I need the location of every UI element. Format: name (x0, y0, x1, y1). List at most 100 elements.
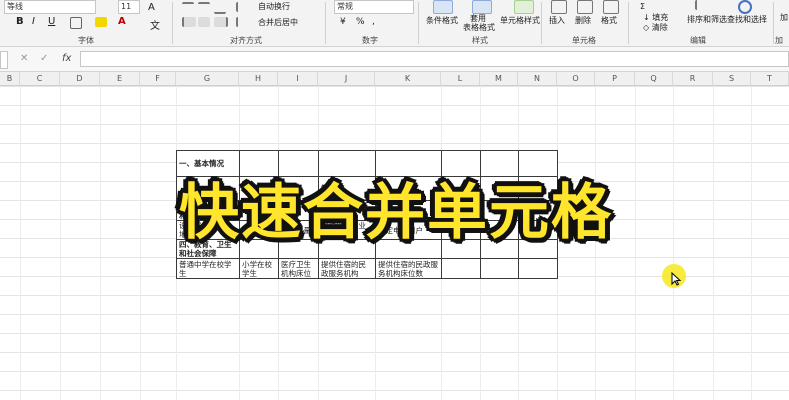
bottom-align-icon[interactable] (214, 2, 226, 14)
font-name-select[interactable]: 等线 (4, 0, 96, 14)
sort-filter-icon[interactable] (695, 0, 711, 10)
grid-line (100, 86, 101, 400)
table-cell[interactable]: 一、基本情况 (176, 150, 240, 177)
grid-line (673, 86, 674, 400)
formula-bar: ✕ ✓ fx (0, 47, 789, 72)
comma-button[interactable]: , (372, 17, 375, 27)
table-cell[interactable]: 小学在校学生 (239, 258, 279, 279)
cells-group-label: 单元格 (572, 36, 596, 45)
number-format-select[interactable]: 常规 (334, 0, 414, 14)
delete-button[interactable]: 删除 (575, 15, 591, 26)
font-color-icon[interactable]: A (118, 16, 126, 27)
autosum-icon[interactable]: Σ (640, 2, 645, 11)
insert-function-icon[interactable]: fx (62, 53, 71, 64)
align-group-label: 对齐方式 (230, 36, 262, 45)
wrap-text-button[interactable]: 自动换行 (258, 1, 290, 12)
table-format-label: 表格格式 (463, 23, 495, 32)
cell-style-button[interactable]: 单元格样式 (500, 15, 540, 26)
column-header-i[interactable]: I (278, 72, 318, 85)
group-separator (628, 2, 629, 44)
clear-button[interactable]: ◇ 清除 (643, 22, 668, 33)
italic-button[interactable]: I (32, 16, 35, 27)
column-header-l[interactable]: L (441, 72, 480, 85)
table-cell[interactable] (441, 150, 481, 177)
find-select-button[interactable]: 查找和选择 (727, 14, 767, 25)
column-header-m[interactable]: M (480, 72, 518, 85)
group-separator (325, 2, 326, 44)
column-header-t[interactable]: T (751, 72, 789, 85)
grid-line (751, 86, 752, 400)
grid-line (60, 86, 61, 400)
overlay-title: 快速合并单元格 (179, 178, 613, 248)
conditional-format-button[interactable]: 条件格式 (426, 15, 458, 26)
table-cell[interactable]: 普通中学在校学生 (176, 258, 240, 279)
fill-color-icon[interactable] (95, 17, 107, 27)
table-cell[interactable] (480, 150, 519, 177)
top-align-icon[interactable] (182, 2, 194, 14)
table-cell[interactable] (278, 150, 319, 177)
increase-font-icon[interactable]: A (148, 2, 155, 13)
font-size-select[interactable]: 11 (118, 0, 140, 14)
delete-icon[interactable] (577, 0, 593, 14)
table-cell[interactable] (239, 150, 279, 177)
column-header-e[interactable]: E (100, 72, 140, 85)
name-box[interactable] (0, 51, 8, 69)
table-cell[interactable] (318, 150, 376, 177)
column-header-d[interactable]: D (60, 72, 100, 85)
table-cell[interactable] (480, 258, 519, 279)
indent-icon[interactable] (236, 17, 248, 27)
group-separator (172, 2, 173, 44)
format-icon[interactable] (603, 0, 619, 14)
cancel-icon[interactable]: ✕ (20, 53, 28, 64)
format-button[interactable]: 格式 (601, 15, 617, 26)
column-header-j[interactable]: J (318, 72, 375, 85)
bold-button[interactable]: B (16, 16, 24, 27)
grid-line (20, 86, 21, 400)
border-icon[interactable] (70, 17, 82, 29)
insert-button[interactable]: 插入 (549, 15, 565, 26)
table-cell[interactable] (518, 258, 558, 279)
column-header-q[interactable]: Q (635, 72, 673, 85)
underline-button[interactable]: U (48, 16, 55, 27)
sort-filter-button[interactable]: 排序和筛选 (687, 14, 727, 25)
column-header-s[interactable]: S (713, 72, 751, 85)
group-separator (418, 2, 419, 44)
align-right-icon[interactable] (214, 17, 228, 27)
edit-group-label: 编辑 (690, 36, 706, 45)
phonetic-icon[interactable]: 文 (150, 17, 160, 32)
cell-style-icon[interactable] (514, 0, 534, 14)
currency-icon[interactable]: ¥ (340, 17, 346, 27)
grid-line (713, 86, 714, 400)
orientation-icon[interactable] (236, 2, 248, 12)
addins-button[interactable]: 加 (780, 12, 788, 23)
table-cell[interactable]: 提供住宿的民政服务机构 (318, 258, 376, 279)
table-cell[interactable]: 提供住宿的民政服务机构床位数 (375, 258, 442, 279)
table-cell[interactable]: 医疗卫生机构床位 (278, 258, 319, 279)
table-cell[interactable] (441, 258, 481, 279)
column-header-b[interactable]: B (0, 72, 20, 85)
column-header-p[interactable]: P (595, 72, 635, 85)
align-center-icon[interactable] (198, 17, 210, 27)
column-header-k[interactable]: K (375, 72, 441, 85)
column-header-n[interactable]: N (518, 72, 557, 85)
percent-button[interactable]: % (356, 17, 365, 27)
insert-icon[interactable] (551, 0, 567, 14)
middle-align-icon[interactable] (198, 2, 210, 14)
conditional-format-icon[interactable] (433, 0, 453, 14)
confirm-icon[interactable]: ✓ (40, 53, 48, 64)
merge-center-button[interactable]: 合并后居中 (258, 17, 298, 28)
find-select-icon[interactable] (738, 0, 752, 14)
column-header-c[interactable]: C (20, 72, 60, 85)
table-row: 普通中学在校学生 小学在校学生 医疗卫生机构床位 提供住宿的民政服务机构 提供住… (176, 258, 558, 279)
grid-line (140, 86, 141, 400)
table-cell[interactable] (518, 150, 558, 177)
column-header-g[interactable]: G (176, 72, 239, 85)
column-header-r[interactable]: R (673, 72, 713, 85)
table-format-icon[interactable] (472, 0, 492, 14)
column-header-o[interactable]: O (557, 72, 595, 85)
column-header-h[interactable]: H (239, 72, 278, 85)
formula-input[interactable] (80, 51, 789, 67)
align-left-icon[interactable] (182, 17, 196, 27)
column-header-f[interactable]: F (140, 72, 176, 85)
table-cell[interactable] (375, 150, 442, 177)
